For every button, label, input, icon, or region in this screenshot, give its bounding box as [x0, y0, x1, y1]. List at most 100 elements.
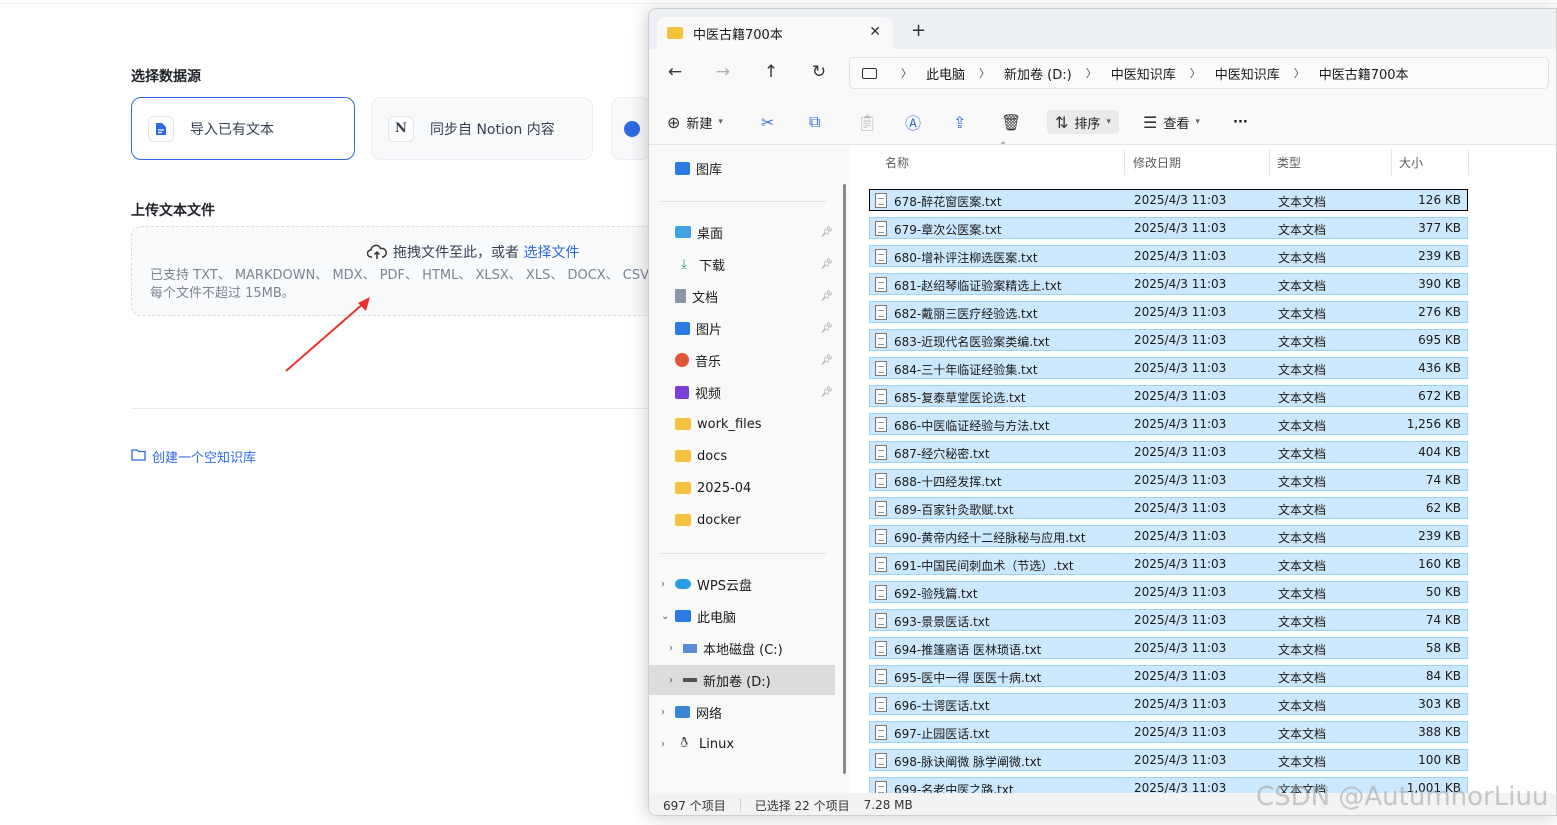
table-row[interactable]: 697-止园医话.txt 2025/4/3 11:03 文本文档 388 KB: [869, 721, 1468, 743]
nav-item-videos[interactable]: 视频 📌︎: [649, 377, 835, 407]
table-row[interactable]: 683-近现代名医验案类编.txt 2025/4/3 11:03 文本文档 695 K…: [869, 329, 1468, 351]
file-size: 695 KB: [1418, 333, 1461, 347]
sort-button[interactable]: ⇅ 排序 ▾: [1047, 110, 1119, 134]
nav-item-desktop[interactable]: 桌面 📌︎: [649, 217, 835, 247]
source-web[interactable]: [611, 97, 651, 160]
back-button[interactable]: ←: [663, 62, 687, 82]
nav-item-downloads[interactable]: ⤓ 下载 📌︎: [649, 249, 835, 279]
file-type: 文本文档: [1278, 559, 1327, 573]
nav-item-wps-cloud[interactable]: › WPS云盘: [649, 569, 835, 599]
nav-item-2025-04[interactable]: 2025-04: [649, 473, 835, 503]
file-size: 58 KB: [1425, 641, 1461, 655]
nav-scrollbar[interactable]: [843, 184, 846, 774]
view-button[interactable]: ☰ 查看 ▾: [1143, 110, 1200, 134]
file-name: 686-中医临证经验与方法.txt: [894, 419, 1050, 433]
column-separator[interactable]: [1269, 149, 1270, 175]
nav-item-drive-d[interactable]: › 新加卷 (D:): [649, 665, 835, 695]
nav-item-docs[interactable]: docs: [649, 441, 835, 471]
nav-item-pictures[interactable]: 图片 📌︎: [649, 313, 835, 343]
table-row[interactable]: 695-医中一得 医医十病.txt 2025/4/3 11:03 文本文档 84 KB: [869, 665, 1468, 687]
file-size: 62 KB: [1425, 501, 1461, 515]
nav-item-documents[interactable]: 文档 📌︎: [649, 281, 835, 311]
table-row[interactable]: 696-士谔医话.txt 2025/4/3 11:03 文本文档 303 KB: [869, 693, 1468, 715]
file-type: 文本文档: [1278, 223, 1327, 237]
copy-button[interactable]: ⧉: [809, 110, 820, 134]
file-date: 2025/4/3 11:03: [1134, 529, 1227, 543]
rename-button[interactable]: Ⓐ: [905, 110, 921, 134]
cut-button[interactable]: ✂: [761, 110, 774, 134]
chevron-right-icon[interactable]: ›: [661, 579, 675, 590]
table-row[interactable]: 689-百家针灸歌赋.txt 2025/4/3 11:03 文本文档 62 KB: [869, 497, 1468, 519]
paste-button[interactable]: 📋︎: [857, 110, 877, 134]
table-row[interactable]: 680-增补评注柳选医案.txt 2025/4/3 11:03 文本文档 239 KB: [869, 245, 1468, 267]
table-row[interactable]: 681-赵绍琴临证验案精选上.txt 2025/4/3 11:03 文本文档 390 …: [869, 273, 1468, 295]
column-separator[interactable]: [1124, 149, 1125, 175]
column-separator[interactable]: [1391, 149, 1392, 175]
column-header-name[interactable]: 名称: [885, 145, 909, 179]
text-file-icon: [875, 193, 887, 208]
nav-item-music[interactable]: 音乐 📌︎: [649, 345, 835, 375]
table-row[interactable]: 679-章次公医案.txt 2025/4/3 11:03 文本文档 377 KB: [869, 217, 1468, 239]
chevron-right-icon[interactable]: ›: [669, 643, 683, 654]
column-separator[interactable]: [1468, 149, 1469, 175]
nav-item-gallery[interactable]: 图库: [649, 153, 835, 183]
close-icon[interactable]: ✕: [869, 24, 881, 40]
table-row[interactable]: 682-戴丽三医疗经验选.txt 2025/4/3 11:03 文本文档 276 KB: [869, 301, 1468, 323]
file-date: 2025/4/3 11:03: [1134, 193, 1227, 207]
copy-icon: ⧉: [809, 112, 821, 131]
file-type: 文本文档: [1278, 755, 1327, 769]
address-bar[interactable]: 〉 此电脑 〉 新加卷 (D:) 〉 中医知识库 〉 中医知识库 〉 中医古籍7…: [849, 57, 1549, 89]
table-row[interactable]: 686-中医临证经验与方法.txt 2025/4/3 11:03 文本文档 1,256…: [869, 413, 1468, 435]
chevron-right-icon[interactable]: ›: [669, 675, 683, 686]
up-button[interactable]: ↑: [759, 62, 783, 82]
file-date: 2025/4/3 11:03: [1134, 613, 1227, 627]
upload-dropzone[interactable]: 拖拽文件至此，或者 选择文件 已支持 TXT、 MARKDOWN、 MDX、 P…: [131, 226, 671, 316]
nav-item-work-files[interactable]: work_files: [649, 409, 835, 439]
nav-item-this-pc[interactable]: ⌄ 此电脑: [649, 601, 835, 631]
table-row[interactable]: 687-经穴秘密.txt 2025/4/3 11:03 文本文档 404 KB: [869, 441, 1468, 463]
column-header-size[interactable]: 大小: [1399, 145, 1423, 179]
table-row[interactable]: 688-十四经发挥.txt 2025/4/3 11:03 文本文档 74 KB: [869, 469, 1468, 491]
video-icon: [675, 385, 689, 399]
column-header-type[interactable]: 类型: [1277, 145, 1301, 179]
nav-item-docker[interactable]: docker: [649, 505, 835, 535]
more-button[interactable]: ···: [1233, 110, 1248, 134]
table-row[interactable]: 691-中国民间刺血术（节选）.txt 2025/4/3 11:03 文本文档 160…: [869, 553, 1468, 575]
source-import-text[interactable]: 导入已有文本: [131, 97, 355, 160]
chevron-down-icon[interactable]: ⌄: [661, 611, 675, 622]
new-button[interactable]: ⊕ 新建 ▾: [667, 110, 723, 134]
table-row[interactable]: 678-醉花窗医案.txt 2025/4/3 11:03 文本文档 126 KB: [869, 189, 1468, 211]
chevron-right-icon[interactable]: ›: [661, 707, 675, 718]
table-row[interactable]: 693-景景医话.txt 2025/4/3 11:03 文本文档 74 KB: [869, 609, 1468, 631]
breadcrumb-item[interactable]: 此电脑: [926, 64, 965, 83]
nav-item-linux[interactable]: › 🐧︎ Linux: [649, 729, 835, 759]
file-type: 文本文档: [1278, 307, 1327, 321]
nav-item-network[interactable]: › 网络: [649, 697, 835, 727]
computer-icon: [675, 610, 691, 622]
new-tab-button[interactable]: +: [911, 20, 926, 41]
table-row[interactable]: 685-复泰草堂医论选.txt 2025/4/3 11:03 文本文档 672 KB: [869, 385, 1468, 407]
tab-current-folder[interactable]: 中医古籍700本 ✕: [657, 17, 893, 49]
view-label: 查看: [1163, 116, 1190, 132]
delete-button[interactable]: 🗑︎: [1001, 110, 1021, 134]
breadcrumb-item[interactable]: 新加卷 (D:): [1004, 64, 1072, 83]
create-empty-kb-link[interactable]: 创建一个空知识库: [131, 447, 256, 466]
refresh-button[interactable]: ↻: [807, 62, 831, 82]
table-row[interactable]: 694-推篷寤语 医林琐语.txt 2025/4/3 11:03 文本文档 58 KB: [869, 637, 1468, 659]
nav-item-drive-c[interactable]: › 本地磁盘 (C:): [649, 633, 835, 663]
forward-button[interactable]: →: [711, 62, 735, 82]
breadcrumb-item[interactable]: 中医知识库: [1111, 64, 1176, 83]
breadcrumb-item[interactable]: 中医古籍700本: [1319, 64, 1409, 83]
table-row[interactable]: 690-黄帝内经十二经脉秘与应用.txt 2025/4/3 11:03 文本文档 23…: [869, 525, 1468, 547]
chevron-right-icon[interactable]: ›: [661, 739, 675, 750]
table-row[interactable]: 692-验残篇.txt 2025/4/3 11:03 文本文档 50 KB: [869, 581, 1468, 603]
column-header-date[interactable]: 修改日期: [1133, 145, 1181, 179]
file-type: 文本文档: [1278, 671, 1327, 685]
breadcrumb-item[interactable]: 中医知识库: [1215, 64, 1280, 83]
share-button[interactable]: ⇪: [953, 110, 966, 134]
table-row[interactable]: 698-脉诀阐微 脉学阐微.txt 2025/4/3 11:03 文本文档 100 K…: [869, 749, 1468, 771]
select-file-link[interactable]: 选择文件: [523, 245, 579, 261]
source-notion[interactable]: N 同步自 Notion 内容: [371, 97, 593, 160]
notion-icon: N: [388, 115, 414, 142]
table-row[interactable]: 684-三十年临证经验集.txt 2025/4/3 11:03 文本文档 436 KB: [869, 357, 1468, 379]
